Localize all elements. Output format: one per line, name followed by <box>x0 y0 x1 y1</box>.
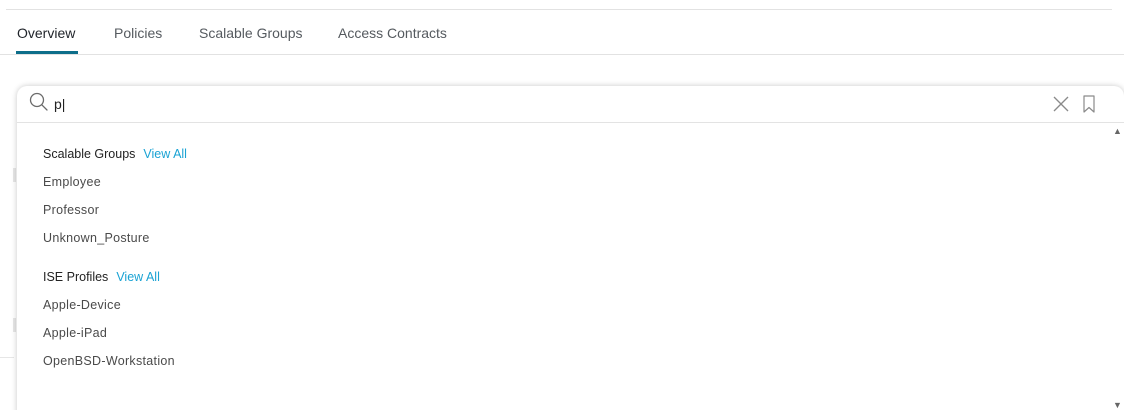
result-item[interactable]: Unknown_Posture <box>43 231 150 245</box>
search-icon <box>29 92 48 111</box>
background-fragment <box>0 357 14 358</box>
result-item[interactable]: Apple-Device <box>43 298 121 312</box>
group-header-ise-profiles: ISE Profiles View All <box>43 270 160 284</box>
page: Overview Policies Scalable Groups Access… <box>0 0 1124 410</box>
result-item[interactable]: Professor <box>43 203 99 217</box>
search-input[interactable] <box>54 94 1034 114</box>
search-dropdown: Scalable Groups View All Employee Profess… <box>17 86 1124 410</box>
result-item[interactable]: Apple-iPad <box>43 326 107 340</box>
scroll-up-icon[interactable]: ▲ <box>1111 125 1124 137</box>
bookmark-icon[interactable] <box>1081 94 1097 114</box>
background-fragment <box>13 168 16 182</box>
result-item[interactable]: OpenBSD-Workstation <box>43 354 175 368</box>
tab-policies[interactable]: Policies <box>114 25 162 41</box>
background-fragment <box>13 318 16 332</box>
close-icon[interactable] <box>1052 95 1070 113</box>
group-header-scalable-groups: Scalable Groups View All <box>43 147 187 161</box>
active-tab-indicator <box>16 51 78 54</box>
tab-scalable-groups[interactable]: Scalable Groups <box>199 25 303 41</box>
tab-overview[interactable]: Overview <box>17 25 75 41</box>
group-title: ISE Profiles <box>43 270 109 284</box>
tab-bar: Overview Policies Scalable Groups Access… <box>0 10 1124 55</box>
tab-access-contracts[interactable]: Access Contracts <box>338 25 447 41</box>
view-all-link[interactable]: View All <box>143 147 187 161</box>
scrollbar[interactable]: ▲ ▼ <box>1111 123 1124 410</box>
scroll-down-icon[interactable]: ▼ <box>1111 399 1124 410</box>
result-item[interactable]: Employee <box>43 175 101 189</box>
search-bar <box>17 86 1124 123</box>
view-all-link[interactable]: View All <box>116 270 160 284</box>
group-title: Scalable Groups <box>43 147 136 161</box>
